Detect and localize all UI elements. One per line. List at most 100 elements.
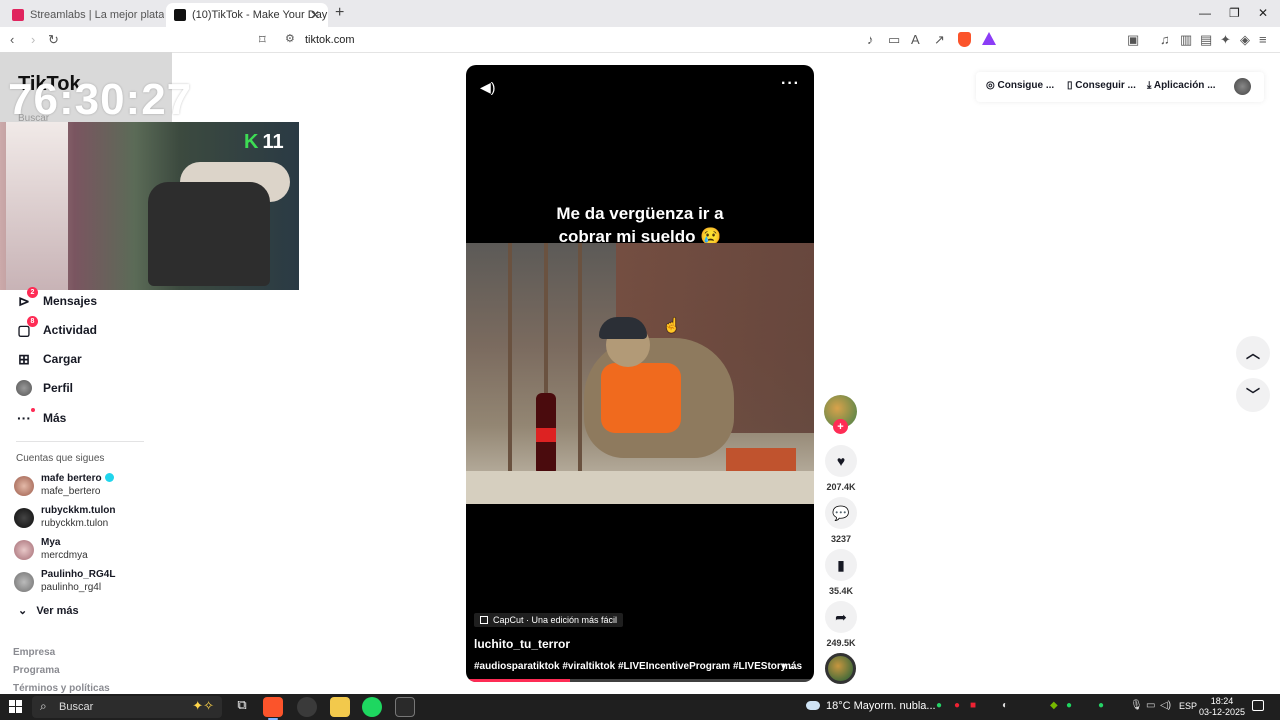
tab-title: Streamlabs | La mejor plataforma p... <box>30 9 164 21</box>
sidebar-item-activity[interactable]: ▢ 8 Actividad <box>16 316 97 340</box>
leo-ai-icon[interactable]: ✦ <box>1220 32 1231 48</box>
footer-link-program[interactable]: Programa <box>13 665 60 676</box>
volume-icon[interactable]: ◀) <box>480 79 495 96</box>
see-more-button[interactable]: ⌄ Ver más <box>18 604 79 617</box>
send-icon: ⊳ 2 <box>16 287 38 309</box>
account-name: mafe bertero <box>41 473 114 484</box>
bookmark-icon[interactable]: ⌑ <box>259 32 266 48</box>
clock-time[interactable]: 18:24 <box>1202 696 1242 706</box>
close-tab-icon[interactable]: ✕ <box>310 8 320 22</box>
sidebar-toggle-icon[interactable]: ▣ <box>1127 32 1139 48</box>
tab-streamlabs[interactable]: Streamlabs | La mejor plataforma p... <box>4 3 164 27</box>
brave-rewards-icon[interactable] <box>982 32 996 45</box>
streamlabs-favicon-icon <box>12 9 24 21</box>
download-app-button[interactable]: ⤓ Aplicación ... <box>1147 80 1216 91</box>
get-app-device-button[interactable]: ▯ Conseguir ... <box>1067 80 1136 91</box>
see-more-caption-button[interactable]: más <box>782 661 802 672</box>
following-account[interactable]: Paulinho_RG4L paulinho_rg4l <box>14 569 164 595</box>
nvidia-icon[interactable]: ◆ <box>1050 700 1058 711</box>
media-icon[interactable]: ♫ <box>1160 32 1170 47</box>
brave-shield-icon[interactable] <box>958 32 971 47</box>
steam-icon[interactable]: ◐ <box>1002 700 1008 711</box>
back-icon[interactable]: ‹ <box>10 32 14 47</box>
volume-tray-icon[interactable]: ◁) <box>1160 700 1171 711</box>
menu-icon[interactable]: ≡ <box>1259 32 1267 47</box>
more-options-icon[interactable]: ··· <box>781 75 800 93</box>
cap <box>599 317 647 339</box>
notification-icon[interactable] <box>1252 700 1264 711</box>
previous-video-button[interactable]: ︿ <box>1236 336 1270 370</box>
tiktok-favicon-icon <box>174 9 186 21</box>
save-action[interactable]: ▮ 35.4K <box>825 549 857 596</box>
video-hashtags[interactable]: #audiosparatiktok #viraltiktok #LIVEInce… <box>474 661 804 672</box>
cast-icon[interactable]: ▭ <box>888 32 900 48</box>
whatsapp-tray-icon[interactable]: ● <box>1098 700 1104 711</box>
translate-icon[interactable]: A <box>911 32 920 47</box>
safety-vest <box>601 363 681 433</box>
wallet-icon[interactable]: ▤ <box>1200 32 1212 48</box>
close-window-icon[interactable]: ✕ <box>1258 6 1268 20</box>
windows-start-icon[interactable] <box>9 700 22 713</box>
follow-button[interactable]: + <box>833 419 848 434</box>
share-action[interactable]: ➦ 249.5K <box>825 601 857 648</box>
forward-icon[interactable]: › <box>31 32 35 47</box>
reading-list-icon[interactable]: ▥ <box>1180 32 1192 48</box>
reload-icon[interactable]: ↻ <box>48 32 59 48</box>
network-icon[interactable]: ▭ <box>1146 700 1155 711</box>
vpn-icon[interactable]: ◈ <box>1240 32 1250 48</box>
comment-action[interactable]: 💬 3237 <box>825 497 857 544</box>
language-indicator[interactable]: ESP <box>1179 701 1197 711</box>
whatsapp-icon[interactable]: ● <box>936 700 942 711</box>
tiktok-extension-icon[interactable]: ♪ <box>867 32 874 47</box>
weather-widget[interactable]: 18°C Mayorm. nubla... <box>806 700 936 712</box>
more-notification-dot <box>31 408 35 412</box>
brave-browser-icon[interactable] <box>263 697 283 720</box>
footer-link-company[interactable]: Empresa <box>13 647 55 658</box>
chevron-down-icon: ﹀ <box>1246 387 1260 403</box>
share-count: 249.5K <box>826 638 856 648</box>
next-video-button[interactable]: ﹀ <box>1236 378 1270 412</box>
video-progress-bar[interactable] <box>466 679 814 682</box>
following-account[interactable]: mafe bertero mafe_bertero <box>14 473 164 499</box>
site-info-icon[interactable]: ⚙ <box>285 32 295 45</box>
file-explorer-icon[interactable] <box>330 697 350 717</box>
sidebar-item-upload[interactable]: ⊞ Cargar <box>16 349 82 369</box>
share-arrow-icon[interactable]: ➦ <box>825 601 857 633</box>
address-bar[interactable]: tiktok.com <box>305 34 355 46</box>
sidebar-item-more[interactable]: ··· Más <box>16 408 66 428</box>
avatar-icon <box>16 380 32 396</box>
capcut-tag[interactable]: CapCut · Una edición más fácil <box>474 613 624 627</box>
comment-icon[interactable]: 💬 <box>825 497 857 529</box>
heart-icon[interactable]: ♥ <box>825 445 857 477</box>
new-tab-button[interactable]: + <box>335 4 344 22</box>
bookmark-icon[interactable]: ▮ <box>825 549 857 581</box>
clock-date[interactable]: 03-12-2025 <box>1197 707 1247 717</box>
task-view-icon[interactable]: ⧉ <box>232 697 252 717</box>
taskbar-search[interactable]: ⌕ Buscar ✦✧ <box>32 696 222 718</box>
following-account[interactable]: rubyckkm.tulon rubyckkm.tulon <box>14 505 164 531</box>
share-icon[interactable]: ↗ <box>934 32 945 48</box>
account-handle: rubyckkm.tulon <box>41 518 109 529</box>
cement-sacks <box>466 471 814 504</box>
get-coins-button[interactable]: ◎ Consigue ... <box>986 80 1054 91</box>
following-account[interactable]: Mya mercdmya <box>14 537 164 563</box>
music-disc-icon[interactable] <box>825 653 856 684</box>
like-action[interactable]: ♥ 207.4K <box>825 445 857 492</box>
restore-icon[interactable]: ❐ <box>1229 6 1240 20</box>
footer-link-terms[interactable]: Términos y políticas <box>13 683 110 694</box>
obs-icon[interactable] <box>297 697 317 717</box>
recording-icon[interactable]: ■ <box>970 700 976 711</box>
video-player[interactable]: ◀) ··· Me da vergüenza ir a cobrar mi su… <box>466 65 814 682</box>
video-author[interactable]: luchito_tu_terror <box>474 637 570 651</box>
sidebar-item-messages[interactable]: ⊳ 2 Mensajes <box>16 287 97 311</box>
mic-tray-icon[interactable]: 🎙 <box>1130 700 1143 711</box>
minimize-icon[interactable]: — <box>1199 6 1211 20</box>
mic-icon[interactable]: ● <box>954 700 960 711</box>
spotify-icon[interactable] <box>362 697 382 717</box>
spotify-tray-icon[interactable]: ● <box>1066 700 1072 711</box>
sidebar-item-profile[interactable]: Perfil <box>16 378 73 398</box>
tab-tiktok[interactable]: (10)TikTok - Make Your Day ✕ <box>166 3 328 27</box>
profile-avatar[interactable] <box>1234 78 1251 95</box>
video-caption-overlay: Me da vergüenza ir a cobrar mi sueldo 😢 <box>466 202 814 248</box>
epic-games-icon[interactable] <box>395 697 415 717</box>
